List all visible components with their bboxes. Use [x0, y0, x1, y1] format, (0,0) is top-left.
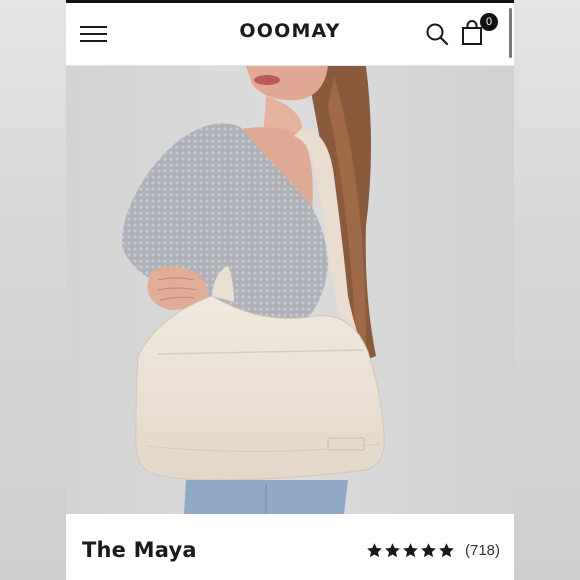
right-backdrop — [514, 0, 580, 580]
product-rating[interactable]: (718) — [366, 540, 500, 560]
star-icon — [403, 542, 418, 557]
product-info-bar: The Maya (718) — [66, 514, 514, 580]
product-image[interactable] — [66, 66, 514, 514]
site-header: OOOMAY 0 — [66, 3, 514, 66]
rating-stars — [366, 542, 455, 559]
left-backdrop — [0, 0, 66, 580]
product-name[interactable]: The Maya — [82, 538, 197, 562]
search-icon[interactable] — [424, 21, 450, 47]
phone-screen: OOOMAY 0 The Maya (718) — [66, 0, 514, 580]
cart-count-badge: 0 — [480, 13, 498, 31]
review-count[interactable]: (718) — [465, 542, 500, 559]
star-icon — [439, 542, 454, 557]
star-icon — [385, 542, 400, 557]
star-icon — [421, 542, 436, 557]
star-icon — [367, 542, 382, 557]
scrollbar[interactable] — [509, 8, 512, 58]
